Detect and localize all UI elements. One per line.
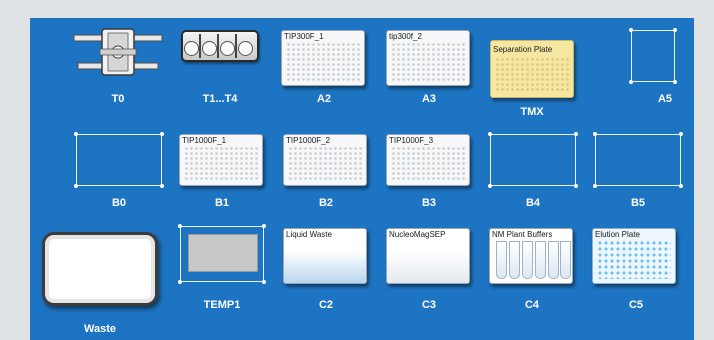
slot-label: B2 [318,197,334,209]
slot-t0[interactable]: T0 [72,26,164,111]
reservoir-plate[interactable]: Liquid Waste [283,228,367,284]
slot-label: B1 [214,197,230,209]
slot-label: B4 [525,197,541,209]
reservoir-liquid [284,250,366,283]
tip-rack-plate[interactable]: TIP1000F_3 [386,134,470,186]
slot-a3[interactable]: tip300f_2 A3 [385,26,473,111]
slot-label: T0 [111,93,125,105]
plate-name: NucleoMagSEP [389,230,446,239]
slot-b4[interactable]: B4 [488,130,578,212]
slot-label: C2 [318,299,334,311]
slot-b0[interactable]: B0 [74,130,164,212]
plate-name: TIP1000F_1 [182,136,227,145]
slot-c2[interactable]: Liquid Waste C2 [282,222,370,322]
elution-plate[interactable]: Elution Plate [592,228,676,284]
slot-b2[interactable]: TIP1000F_2 B2 [282,130,370,212]
plate-name: TIP1000F_2 [286,136,331,145]
tip-wells [184,146,258,181]
slot-b1[interactable]: TIP1000F_1 B1 [178,130,266,212]
empty-slot-frame [74,132,164,188]
plate-name: TIP300F_1 [284,32,324,41]
plate-wells [597,240,671,279]
plate-wells [495,57,569,93]
slot-label: A5 [657,93,673,105]
slot-tmx[interactable]: Separation Plate TMX [488,26,576,126]
buffer-trough-plate[interactable]: NM Plant Buffers [489,228,573,284]
slot-t1-t4[interactable]: T1...T4 [179,26,261,111]
slot-b3[interactable]: TIP1000F_3 B3 [385,130,473,212]
slot-waste[interactable]: Waste [40,226,160,338]
slot-label: B0 [111,197,127,209]
plate-name: NM Plant Buffers [492,230,553,239]
tube-holder-icon [181,30,259,62]
slot-label: B3 [421,197,437,209]
slot-a2[interactable]: TIP300F_1 A2 [280,26,368,111]
plate-name: Separation Plate [493,45,553,54]
slot-a5[interactable]: A5 [595,26,685,111]
slot-c5[interactable]: Elution Plate C5 [591,222,681,322]
waste-container-icon [42,232,158,306]
empty-slot-frame [488,132,578,188]
slot-label: Waste [84,323,116,335]
slot-label: TMX [520,106,544,118]
empty-slot-frame [629,28,677,84]
tip-wells [391,146,465,181]
tip-wells [288,146,362,181]
slot-label: C3 [421,299,437,311]
slot-label: C5 [628,299,644,311]
tip-wells [391,42,465,81]
tip-rack-plate[interactable]: tip300f_2 [386,30,470,86]
slot-label: A3 [421,93,437,105]
deck-layout: T0 T1...T4 TIP300F_1 A2 tip300f_2 A3 Sep… [30,18,694,340]
plate-name: TIP1000F_3 [389,136,434,145]
slot-label: C4 [524,299,540,311]
slot-c4[interactable]: NM Plant Buffers C4 [488,222,576,322]
slot-temp1[interactable]: TEMP1 [178,222,266,322]
tip-rack-plate[interactable]: TIP1000F_1 [179,134,263,186]
slot-label: A2 [316,93,332,105]
empty-slot-frame [593,132,683,188]
slot-label: B5 [630,197,646,209]
slot-c3[interactable]: NucleoMagSEP C3 [385,222,473,322]
tip-rack-plate[interactable]: TIP300F_1 [281,30,365,86]
plate-name: tip300f_2 [389,32,422,41]
tip-wells [286,42,360,81]
plate-name: Liquid Waste [286,230,332,239]
reservoir-plate[interactable]: NucleoMagSEP [386,228,470,284]
slot-label: TEMP1 [203,299,241,311]
tip-rack-plate[interactable]: TIP1000F_2 [283,134,367,186]
plate-name: Elution Plate [595,230,640,239]
slot-label: T1...T4 [202,93,238,105]
tip-rack-holder-icon [73,28,163,76]
reservoir-liquid [387,250,469,283]
separation-plate[interactable]: Separation Plate [490,40,574,98]
slot-b5[interactable]: B5 [593,130,683,212]
heating-block-icon [188,234,258,272]
